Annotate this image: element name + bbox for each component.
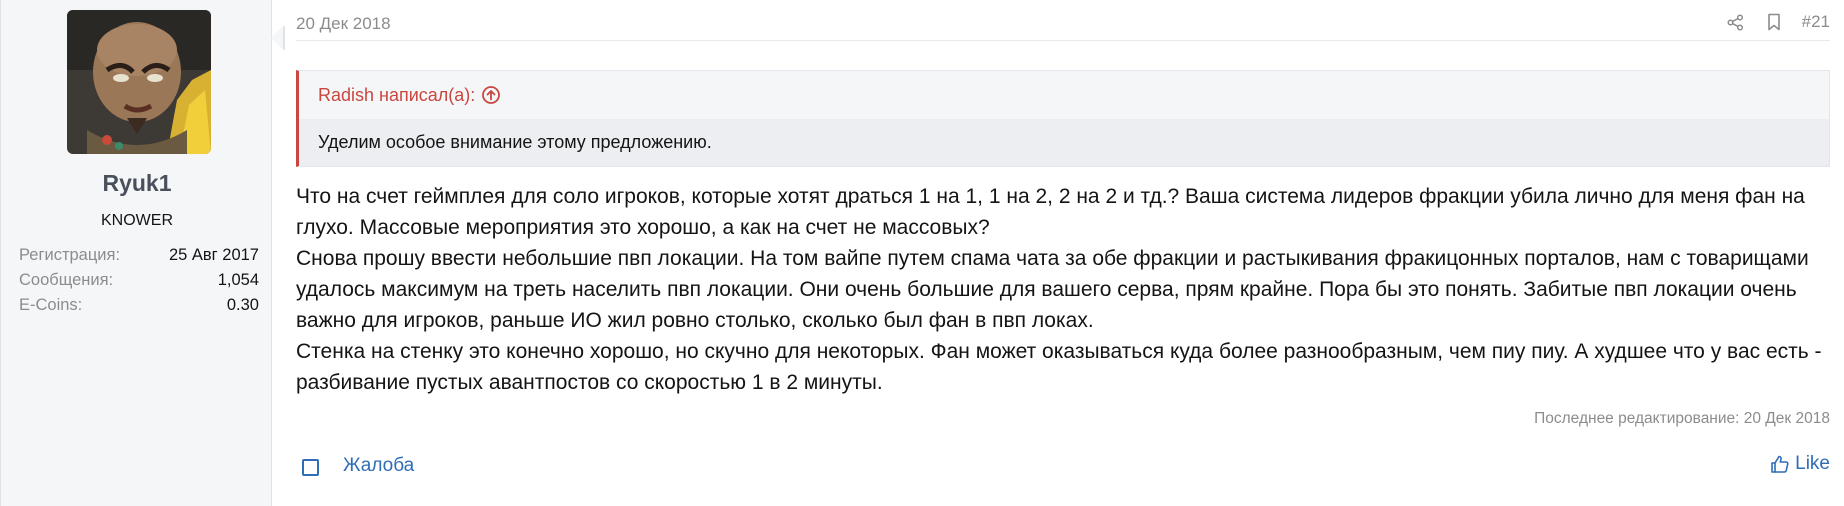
user-extras: Регистрация: 25 Авг 2017 Сообщения: 1,05… xyxy=(19,246,259,321)
message-footer: Жалоба Like xyxy=(296,452,1830,484)
quote-title[interactable]: Radish написал(а): xyxy=(299,71,1829,119)
extra-messages: Сообщения: 1,054 xyxy=(19,271,259,296)
message-post: Ryuk1 KNOWER Регистрация: 25 Авг 2017 Со… xyxy=(0,0,1844,506)
bookmark-icon[interactable] xyxy=(1764,12,1784,32)
thumbs-up-icon xyxy=(1771,455,1789,473)
extra-label: Сообщения: xyxy=(19,271,114,289)
share-icon[interactable] xyxy=(1726,12,1746,32)
username[interactable]: Ryuk1 xyxy=(1,170,273,197)
extra-value: 25 Авг 2017 xyxy=(168,246,259,264)
select-checkbox[interactable] xyxy=(302,459,319,476)
post-date[interactable]: 20 Дек 2018 xyxy=(296,14,391,34)
report-link[interactable]: Жалоба xyxy=(343,455,414,477)
message-paragraph: Стенка на стенку это конечно хорошо, но … xyxy=(296,340,1822,394)
like-button[interactable]: Like xyxy=(1770,453,1830,475)
extra-label: Регистрация: xyxy=(19,246,121,264)
extra-registration: Регистрация: 25 Авг 2017 xyxy=(19,246,259,271)
message-attribution: 20 Дек 2018 #21 xyxy=(296,10,1830,41)
extra-label: E-Coins: xyxy=(19,296,83,314)
last-edit: Последнее редактирование: 20 Дек 2018 xyxy=(1534,410,1830,427)
user-title: KNOWER xyxy=(101,212,173,229)
extra-value: 1,054 xyxy=(217,271,259,289)
quote-block: Radish написал(а): Уделим особое внимани… xyxy=(296,70,1830,167)
message-paragraph: Что на счет геймплея для соло игроков, к… xyxy=(296,185,1805,239)
message-body: Что на счет геймплея для соло игроков, к… xyxy=(296,181,1830,398)
message-main: 20 Дек 2018 #21 Radish написал(а): Удели… xyxy=(272,0,1844,506)
post-number[interactable]: #21 xyxy=(1802,12,1830,32)
extra-ecoins: E-Coins: 0.30 xyxy=(19,296,259,321)
extra-value: 0.30 xyxy=(226,296,259,314)
quote-author[interactable]: Radish написал(а): xyxy=(318,85,475,106)
message-paragraph: Снова прошу ввести небольшие пвп локации… xyxy=(296,247,1809,332)
quote-text: Уделим особое внимание этому предложению… xyxy=(299,119,1829,166)
user-sidebar: Ryuk1 KNOWER Регистрация: 25 Авг 2017 Со… xyxy=(0,0,272,506)
avatar[interactable] xyxy=(67,10,211,154)
arrow-up-circle-icon[interactable] xyxy=(481,85,501,105)
attribution-actions: #21 xyxy=(1726,12,1830,32)
avatar-image xyxy=(67,10,211,154)
like-label: Like xyxy=(1795,453,1830,474)
